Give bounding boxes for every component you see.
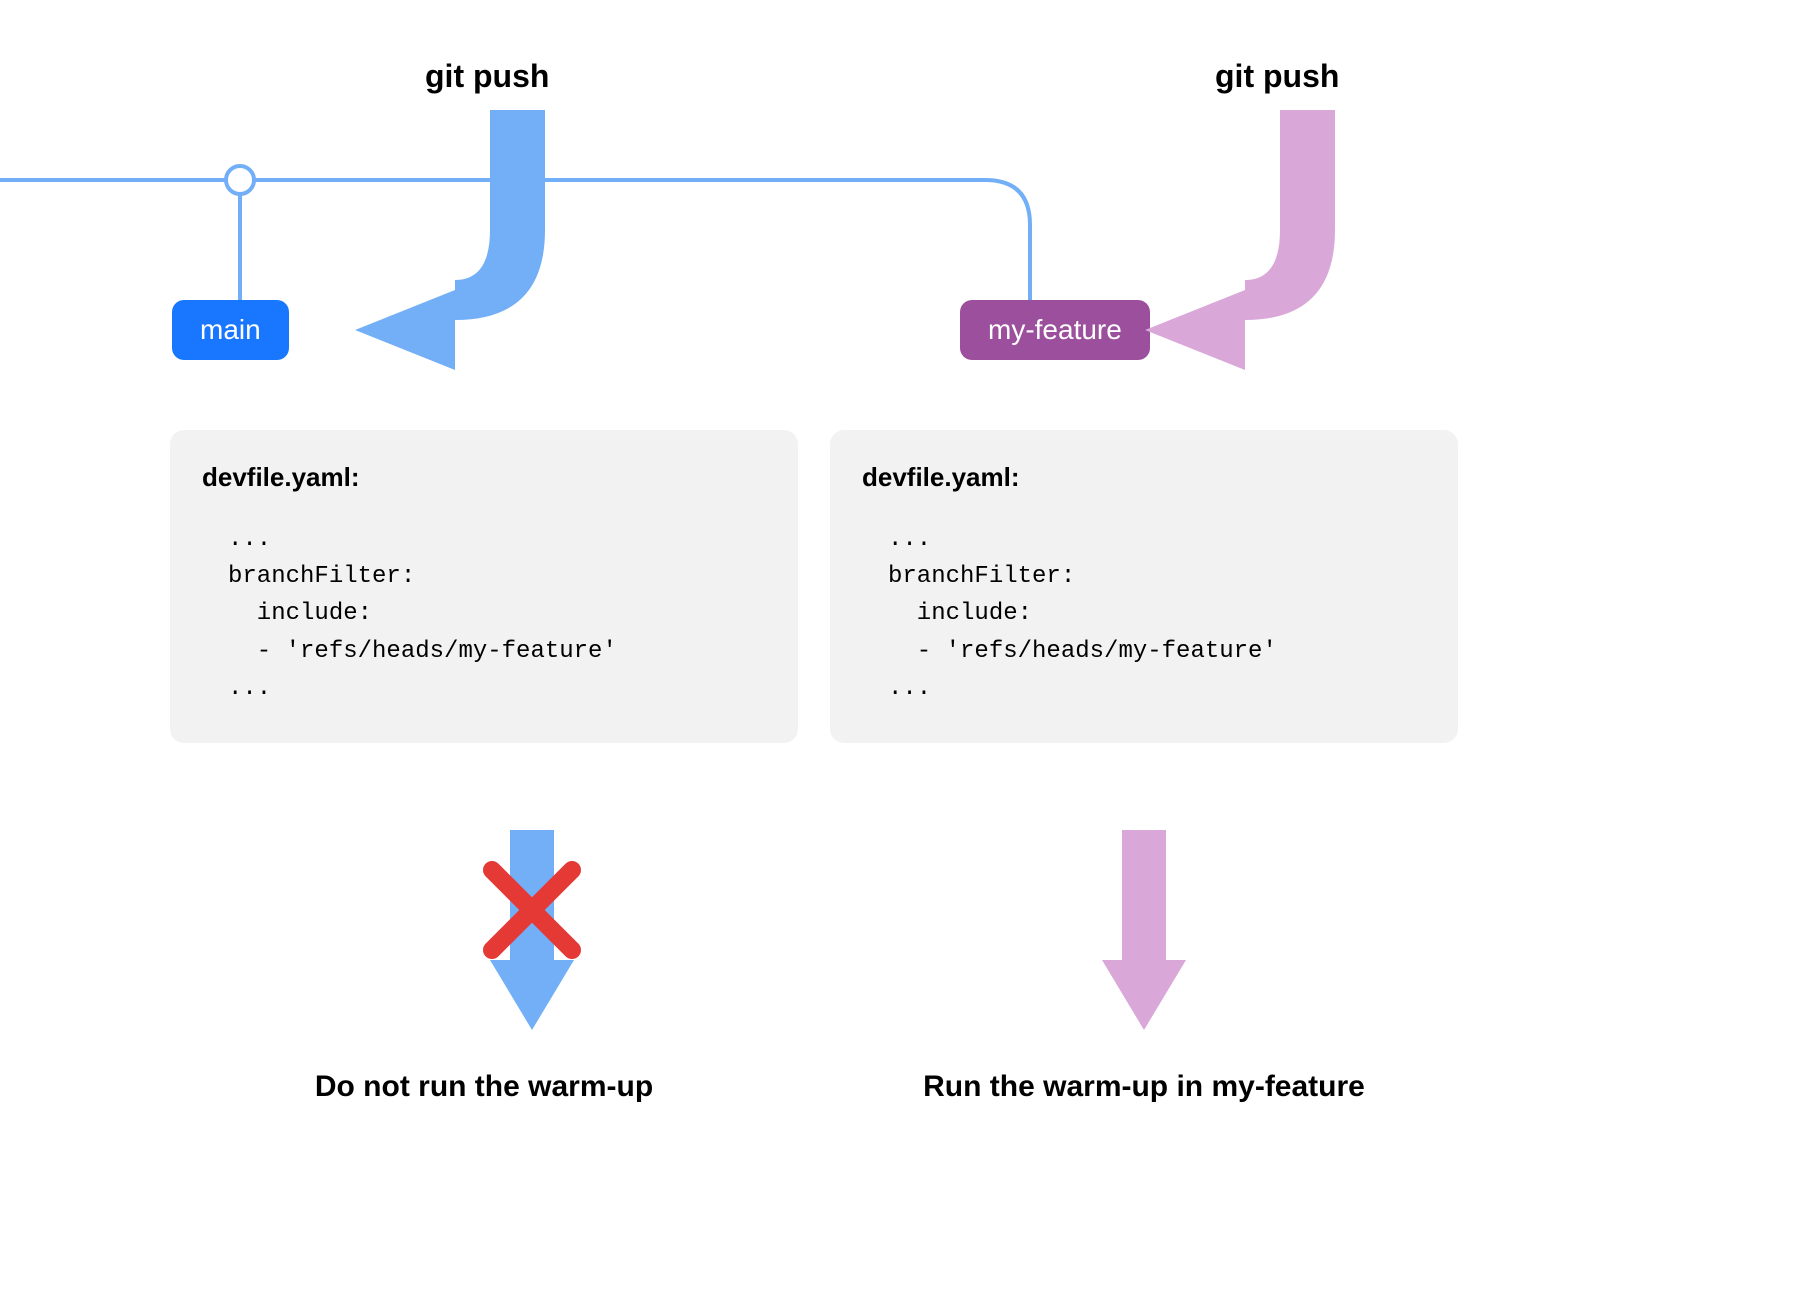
code-snippet-right: ... branchFilter: include: - 'refs/heads…	[862, 521, 1426, 707]
result-right: Run the warm-up in my-feature	[830, 1070, 1458, 1104]
code-card-left: devfile.yaml: ... branchFilter: include:…	[170, 430, 798, 743]
code-filename-left: devfile.yaml:	[202, 462, 766, 493]
branch-main-pill: main	[172, 300, 289, 360]
label-gitpush-right: git push	[1215, 58, 1339, 95]
arrow-into-feature	[1145, 110, 1335, 370]
timeline-path	[0, 180, 1030, 300]
result-left: Do not run the warm-up	[170, 1070, 798, 1104]
code-snippet-left: ... branchFilter: include: - 'refs/heads…	[202, 521, 766, 707]
result-arrow-left	[490, 830, 574, 1030]
branch-feature-pill: my-feature	[960, 300, 1150, 360]
cross-icon	[492, 870, 572, 950]
result-arrow-right	[1102, 830, 1186, 1030]
code-card-right: devfile.yaml: ... branchFilter: include:…	[830, 430, 1458, 743]
code-filename-right: devfile.yaml:	[862, 462, 1426, 493]
label-gitpush-left: git push	[425, 58, 549, 95]
arrow-into-main	[355, 110, 545, 370]
commit-node-icon	[226, 166, 254, 194]
